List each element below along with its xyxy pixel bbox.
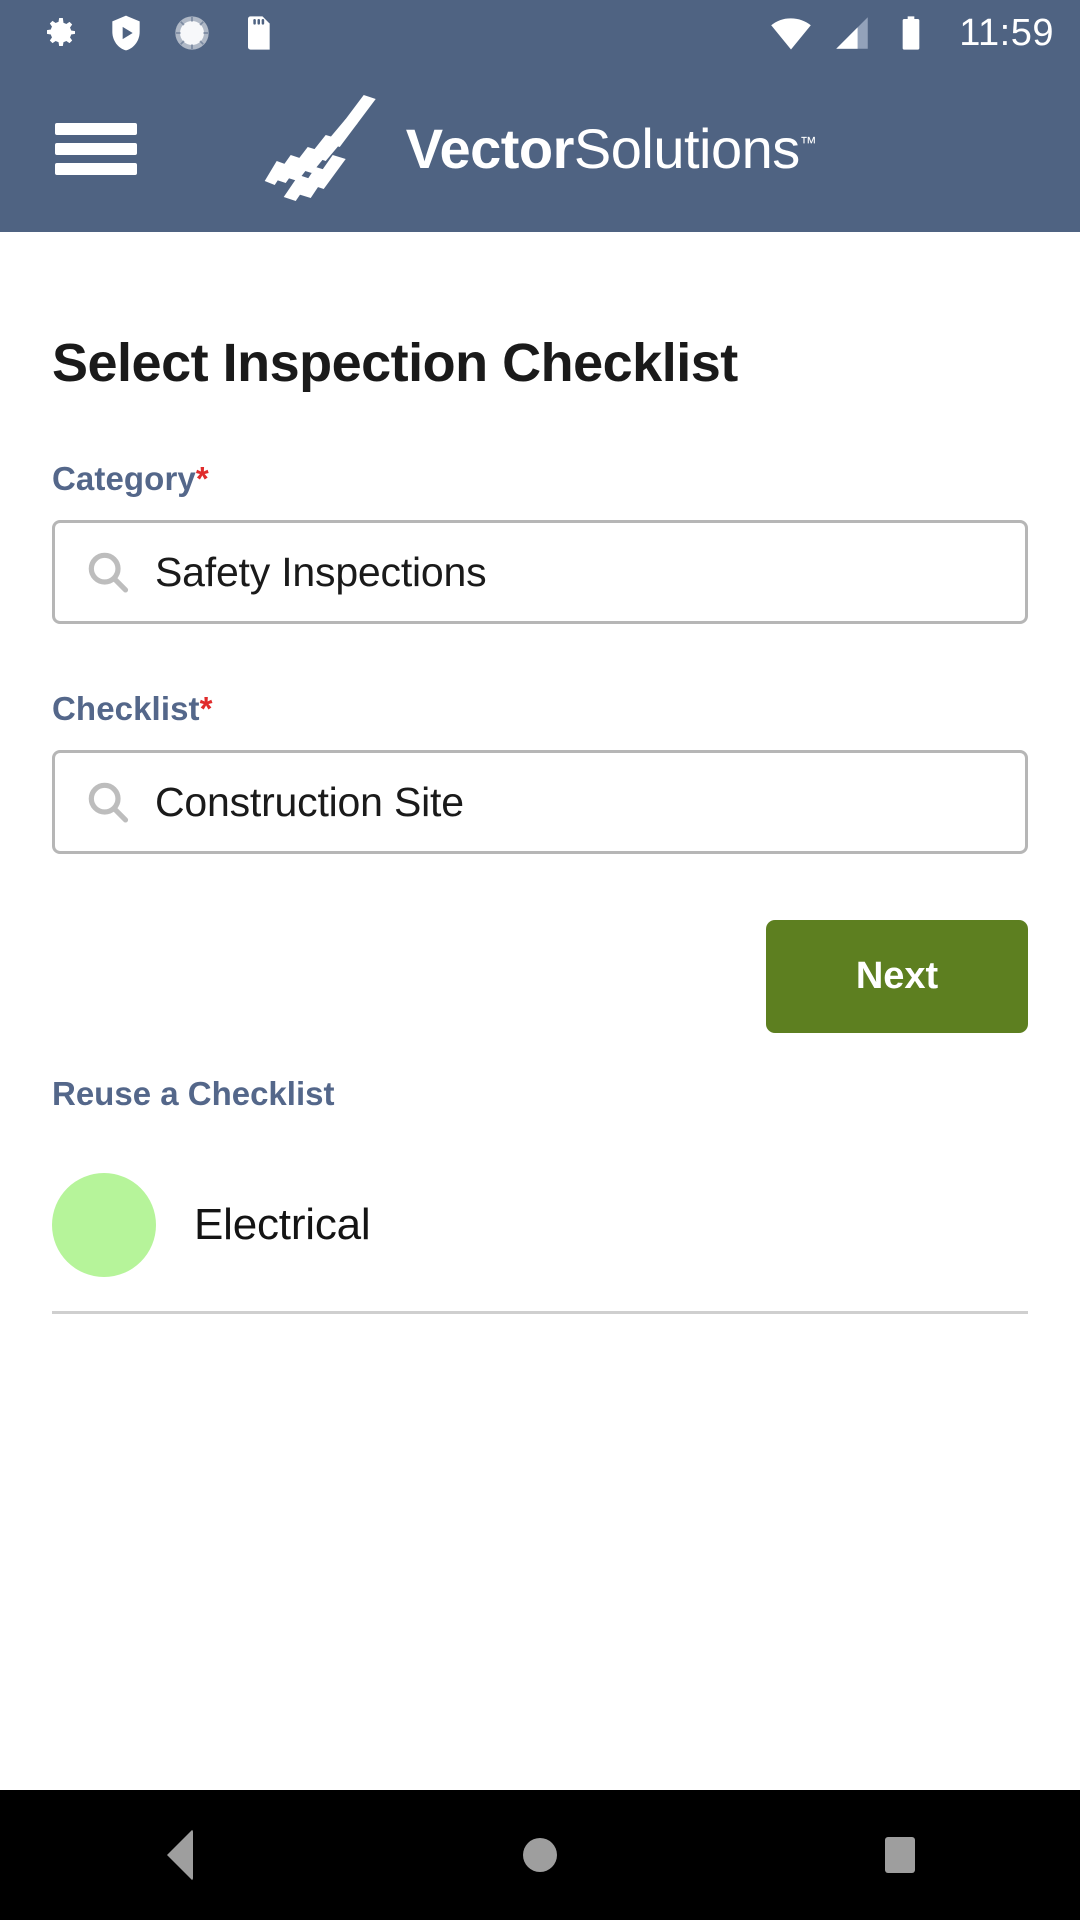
- vector-chevron-logo-icon: [264, 95, 376, 201]
- reuse-checklist-heading: Reuse a Checklist: [52, 1075, 335, 1112]
- brand-light-text: Solutions: [573, 117, 800, 180]
- page-title: Select Inspection Checklist: [52, 333, 738, 393]
- checklist-label: Checklist*: [52, 690, 1028, 728]
- app-screen: 11:59 VectorSolutions™ Select Inspection…: [0, 0, 1080, 1920]
- avatar: [52, 1173, 156, 1277]
- category-label: Category*: [52, 460, 1028, 498]
- category-field-group: Category* Safety Inspections: [52, 460, 1028, 624]
- home-button[interactable]: [450, 1790, 630, 1920]
- category-required-marker: *: [195, 460, 209, 497]
- search-icon: [88, 552, 129, 593]
- next-button-row: Next: [52, 920, 1028, 1033]
- gear-icon: [47, 18, 75, 46]
- brand-bold-text: Vector: [405, 117, 575, 180]
- home-circle-icon: [523, 1838, 557, 1872]
- checklist-value: Construction Site: [155, 778, 464, 825]
- battery-full-icon: [902, 16, 920, 50]
- checklist-required-marker: *: [199, 690, 213, 727]
- brand-logo: VectorSolutions™: [264, 93, 817, 205]
- category-search-input[interactable]: Safety Inspections: [52, 520, 1028, 624]
- reuse-checklist-list: Electrical: [52, 1157, 1028, 1314]
- back-button[interactable]: [90, 1790, 270, 1920]
- next-button[interactable]: Next: [766, 920, 1028, 1033]
- main-content: Select Inspection Checklist Category* Sa…: [0, 232, 1080, 1790]
- brightness-circle-icon: [175, 16, 209, 50]
- hamburger-bar: [55, 123, 137, 135]
- hamburger-bar: [55, 143, 137, 155]
- list-item-label: Electrical: [194, 1200, 371, 1249]
- cellular-signal-icon: [836, 17, 868, 49]
- category-value: Safety Inspections: [155, 548, 487, 595]
- checklist-label-text: Checklist: [52, 690, 200, 727]
- recents-square-icon: [885, 1837, 915, 1873]
- hamburger-bar: [55, 163, 137, 175]
- hamburger-menu-icon[interactable]: [55, 123, 137, 175]
- list-item[interactable]: Electrical: [52, 1157, 1028, 1314]
- brand-wordmark: VectorSolutions™: [406, 121, 817, 177]
- app-bar: VectorSolutions™: [0, 66, 1080, 232]
- search-icon: [88, 782, 129, 823]
- status-bar-clock: 11:59: [959, 11, 1054, 54]
- wifi-icon: [771, 18, 812, 50]
- category-label-text: Category: [52, 460, 196, 497]
- status-bar-left-icons: [40, 13, 278, 53]
- checklist-search-input[interactable]: Construction Site: [52, 750, 1028, 854]
- checklist-field-group: Checklist* Construction Site: [52, 690, 1028, 854]
- status-bar: 11:59: [0, 0, 1080, 66]
- status-bar-right-icons: 11:59: [769, 11, 1054, 55]
- shield-play-icon: [112, 15, 140, 51]
- back-triangle-icon: [167, 1829, 193, 1881]
- sd-card-icon: [248, 16, 270, 50]
- trademark-symbol: ™: [799, 133, 817, 153]
- android-navigation-bar: [0, 1790, 1080, 1920]
- recents-button[interactable]: [810, 1790, 990, 1920]
